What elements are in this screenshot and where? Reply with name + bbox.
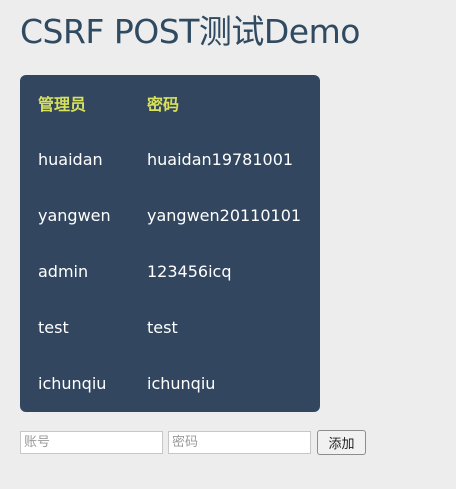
admin-table-panel: 管理员 密码 huaidan huaidan19781001 yangwen y… bbox=[20, 75, 320, 412]
account-input[interactable] bbox=[20, 431, 163, 454]
table-row: ichunqiu ichunqiu bbox=[38, 355, 320, 411]
table-row: admin 123456icq bbox=[38, 243, 320, 299]
table-cell-user: test bbox=[38, 317, 69, 337]
table-cell-user: ichunqiu bbox=[38, 373, 107, 393]
table-cell-password: 123456icq bbox=[147, 261, 232, 281]
table-row: yangwen yangwen20110101 bbox=[38, 187, 320, 243]
table-cell-password: huaidan19781001 bbox=[147, 149, 294, 169]
column-header-user: 管理员 bbox=[38, 95, 87, 114]
password-input[interactable] bbox=[168, 431, 311, 454]
table-cell-user: yangwen bbox=[38, 205, 111, 225]
table-row: test test bbox=[38, 299, 320, 355]
admin-table: 管理员 密码 huaidan huaidan19781001 yangwen y… bbox=[38, 75, 320, 411]
page-title: CSRF POST测试Demo bbox=[20, 12, 360, 51]
add-button[interactable]: 添加 bbox=[317, 430, 366, 455]
table-row: huaidan huaidan19781001 bbox=[38, 131, 320, 187]
table-cell-user: huaidan bbox=[38, 149, 103, 169]
table-cell-password: yangwen20110101 bbox=[147, 205, 302, 225]
table-cell-password: test bbox=[147, 317, 178, 337]
table-header-row: 管理员 密码 bbox=[38, 75, 320, 131]
column-header-password: 密码 bbox=[147, 95, 180, 114]
table-cell-user: admin bbox=[38, 261, 89, 281]
add-admin-form: 添加 bbox=[20, 430, 366, 455]
table-cell-password: ichunqiu bbox=[147, 373, 216, 393]
